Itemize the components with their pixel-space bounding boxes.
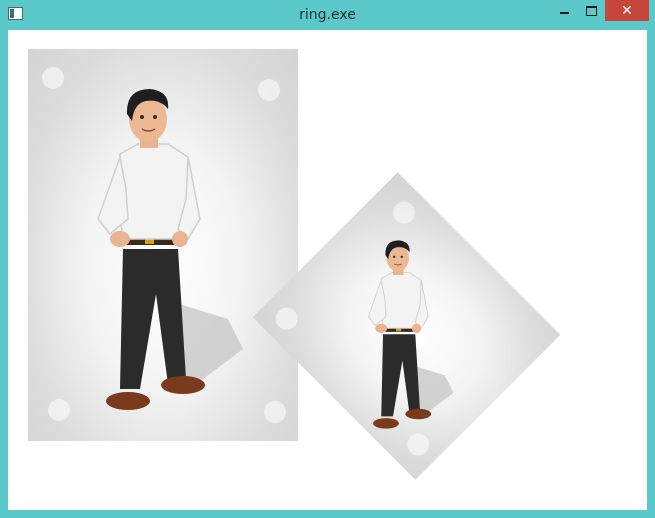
minimize-icon bbox=[559, 11, 569, 14]
watermark bbox=[258, 79, 280, 101]
title-bar[interactable]: ring.exe ✕ bbox=[0, 0, 655, 30]
man-figure bbox=[97, 89, 243, 410]
minimize-button[interactable] bbox=[551, 0, 577, 21]
close-icon: ✕ bbox=[621, 2, 633, 19]
watermark bbox=[264, 401, 286, 423]
app-window: ring.exe ✕ bbox=[0, 0, 655, 518]
watermark bbox=[42, 67, 64, 89]
client-area bbox=[8, 30, 647, 510]
maximize-icon bbox=[585, 5, 597, 16]
close-button[interactable]: ✕ bbox=[605, 0, 649, 21]
watermark bbox=[48, 399, 70, 421]
maximize-button[interactable] bbox=[578, 0, 604, 21]
rotated-image bbox=[252, 172, 561, 480]
original-image bbox=[28, 49, 298, 441]
